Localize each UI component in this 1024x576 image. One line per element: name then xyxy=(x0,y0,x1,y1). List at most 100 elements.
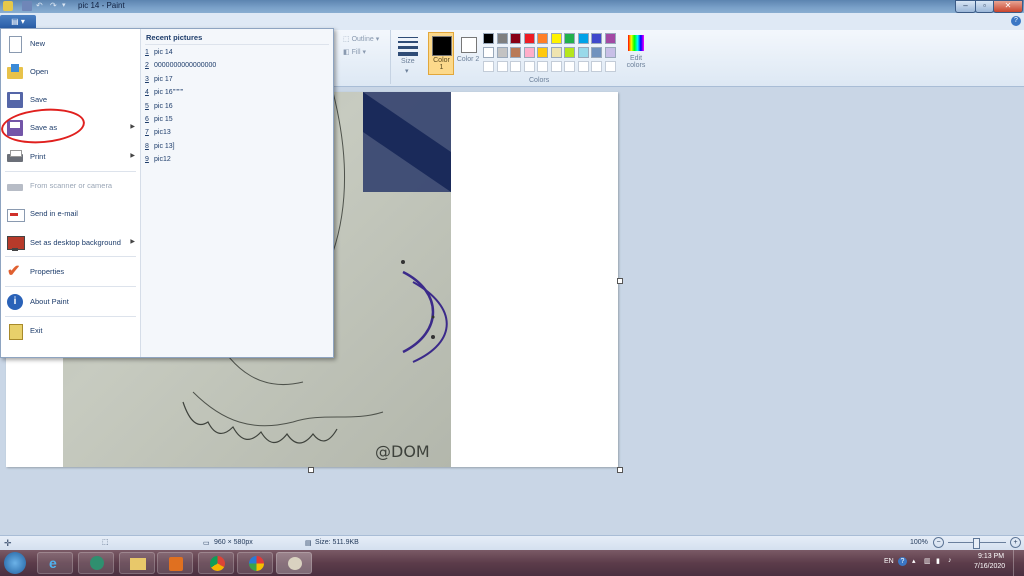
palette-swatch[interactable] xyxy=(577,47,589,58)
recent-picture-item[interactable]: 7 pic13 xyxy=(145,129,325,141)
file-menu-item-properties[interactable]: ✔ Properties xyxy=(1,258,140,286)
palette-swatch[interactable] xyxy=(510,47,521,58)
taskbar-internet-explorer[interactable]: e xyxy=(37,552,73,574)
palette-custom-swatch[interactable] xyxy=(537,61,548,72)
file-menu-item-open[interactable]: Open xyxy=(1,58,140,86)
palette-swatch[interactable] xyxy=(564,33,575,44)
palette-swatch[interactable] xyxy=(523,47,535,58)
palette-swatch[interactable] xyxy=(604,33,616,44)
palette-custom-swatch[interactable] xyxy=(550,61,562,72)
scanner-icon xyxy=(7,178,23,194)
recent-picture-number: 5 xyxy=(145,102,149,110)
file-menu-commands: New Open Save Save as ▶ Print ▶ From scanner or… xyxy=(1,29,141,357)
taskbar-file-explorer[interactable] xyxy=(119,552,155,574)
palette-custom-swatch[interactable] xyxy=(523,61,535,72)
palette-custom-swatch[interactable] xyxy=(483,61,494,72)
palette-swatch[interactable] xyxy=(604,47,616,58)
recent-picture-item[interactable]: 4 pic 16'''''''' xyxy=(145,89,325,101)
palette-swatch[interactable] xyxy=(523,33,535,44)
minimize-button[interactable]: – xyxy=(955,0,976,13)
zoom-level: 100% xyxy=(910,539,928,546)
palette-swatch[interactable] xyxy=(483,33,494,44)
recent-pictures-panel: Recent pictures 1 pic 14 2 0000000000000000… xyxy=(141,29,333,357)
redo-icon[interactable]: ↷ xyxy=(50,1,60,11)
size-button[interactable]: Size ▾ xyxy=(395,33,421,75)
help-icon[interactable]: ? xyxy=(1011,16,1021,26)
recent-picture-item[interactable]: 5 pic 16 xyxy=(145,103,325,115)
file-menu-item-exit[interactable]: Exit xyxy=(1,317,140,345)
clock-time[interactable]: 9:13 PM xyxy=(978,553,1004,560)
color1-selector[interactable]: Color 1 xyxy=(428,32,454,75)
palette-swatch[interactable] xyxy=(591,33,602,44)
resize-handle-corner[interactable] xyxy=(617,467,623,473)
file-menu-item-label: About Paint xyxy=(30,297,69,306)
file-menu-button[interactable]: ▤ ▾ xyxy=(0,15,36,28)
edit-colors-button[interactable]: Edit colors xyxy=(624,33,648,75)
recent-picture-item[interactable]: 9 pic12 xyxy=(145,156,325,168)
palette-custom-swatch[interactable] xyxy=(604,61,616,72)
file-menu-item-about-paint[interactable]: i About Paint xyxy=(1,288,140,316)
recent-picture-item[interactable]: 1 pic 14 xyxy=(145,49,325,61)
taskbar-media-player[interactable] xyxy=(157,552,193,574)
recent-picture-item[interactable]: 2 0000000000000000 xyxy=(145,62,325,74)
undo-icon[interactable]: ↶ xyxy=(36,1,46,11)
resize-handle-right[interactable] xyxy=(617,278,623,284)
recent-picture-number: 3 xyxy=(145,75,149,83)
palette-custom-swatch[interactable] xyxy=(564,61,575,72)
palette-custom-swatch[interactable] xyxy=(496,61,508,72)
fill-button[interactable]: ◧ Fill ▾ xyxy=(343,48,366,56)
outline-button[interactable]: ⬚ Outline ▾ xyxy=(343,35,379,43)
palette-swatch[interactable] xyxy=(550,33,562,44)
palette-custom-swatch[interactable] xyxy=(510,61,521,72)
palette-swatch[interactable] xyxy=(510,33,521,44)
colors-group-label: Colors xyxy=(529,77,550,84)
maximize-button[interactable]: ▫ xyxy=(975,0,994,13)
palette-custom-swatch[interactable] xyxy=(577,61,589,72)
file-menu-item-send-in-e-mail[interactable]: Send in e-mail xyxy=(1,200,140,228)
palette-swatch[interactable] xyxy=(483,47,494,58)
show-desktop-button[interactable] xyxy=(1013,550,1024,576)
zoom-out-button[interactable]: − xyxy=(933,537,944,548)
zoom-slider-thumb[interactable] xyxy=(973,538,980,549)
network-icon[interactable]: ▥ xyxy=(924,557,931,565)
palette-swatch[interactable] xyxy=(591,47,602,58)
palette-swatch[interactable] xyxy=(537,47,548,58)
palette-swatch[interactable] xyxy=(537,33,548,44)
checkmark-icon: ✔ xyxy=(7,263,21,280)
start-button[interactable] xyxy=(4,552,26,574)
file-menu-item-from-scanner-or-camera[interactable]: From scanner or camera xyxy=(1,172,140,200)
file-menu-item-new[interactable]: New xyxy=(1,30,140,58)
taskbar-app[interactable] xyxy=(78,552,114,574)
recent-picture-item[interactable]: 3 pic 17 xyxy=(145,76,325,88)
palette-swatch[interactable] xyxy=(496,33,508,44)
battery-icon[interactable]: ▮ xyxy=(936,557,940,565)
file-menu-item-print[interactable]: Print ▶ xyxy=(1,143,140,171)
language-indicator[interactable]: EN xyxy=(884,558,894,565)
taskbar-app-2[interactable] xyxy=(237,552,273,574)
palette-swatch[interactable] xyxy=(564,47,575,58)
palette-swatch[interactable] xyxy=(550,47,562,58)
resize-handle-bottom[interactable] xyxy=(308,467,314,473)
help-tray-icon[interactable]: ? xyxy=(898,557,907,566)
recent-picture-item[interactable]: 8 pic 13] xyxy=(145,143,325,155)
ie-icon: e xyxy=(49,555,57,571)
palette-swatch[interactable] xyxy=(496,47,508,58)
paint-app-icon[interactable] xyxy=(3,1,13,11)
zoom-in-button[interactable]: + xyxy=(1010,537,1021,548)
palette-swatch[interactable] xyxy=(577,33,589,44)
file-menu: New Open Save Save as ▶ Print ▶ From scanner or… xyxy=(0,28,334,358)
color1-swatch xyxy=(432,36,452,56)
close-button[interactable]: ✕ xyxy=(993,0,1023,13)
clock-date[interactable]: 7/16/2020 xyxy=(974,563,1005,570)
palette-custom-swatch[interactable] xyxy=(591,61,602,72)
file-menu-item-save[interactable]: Save xyxy=(1,86,140,114)
customize-quick-access-icon[interactable]: ▾ xyxy=(62,1,72,11)
volume-icon[interactable]: ♪ xyxy=(948,557,952,564)
taskbar-chrome[interactable] xyxy=(198,552,234,574)
taskbar-paint[interactable] xyxy=(276,552,312,574)
file-menu-item-set-as-desktop-background[interactable]: Set as desktop background ▶ xyxy=(1,229,140,257)
quick-save-icon[interactable] xyxy=(22,1,32,11)
recent-picture-item[interactable]: 6 pic 15 xyxy=(145,116,325,128)
tray-arrow-icon[interactable]: ▴ xyxy=(912,557,916,565)
color2-selector[interactable]: Color 2 xyxy=(456,32,480,75)
